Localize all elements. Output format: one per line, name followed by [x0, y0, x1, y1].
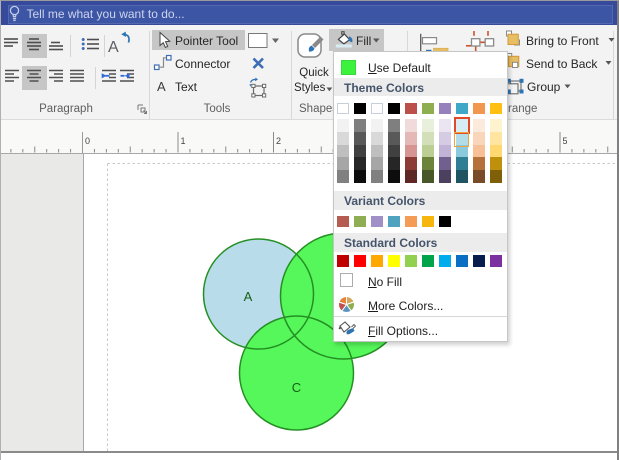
svg-text:A: A — [108, 39, 119, 56]
svg-text:2: 2 — [276, 136, 281, 146]
svg-text:5: 5 — [563, 136, 568, 146]
svg-text:0: 0 — [85, 136, 90, 146]
svg-text:1: 1 — [181, 136, 186, 146]
svg-text:A: A — [244, 289, 253, 304]
svg-text:A: A — [157, 79, 166, 94]
svg-text:C: C — [292, 380, 301, 395]
